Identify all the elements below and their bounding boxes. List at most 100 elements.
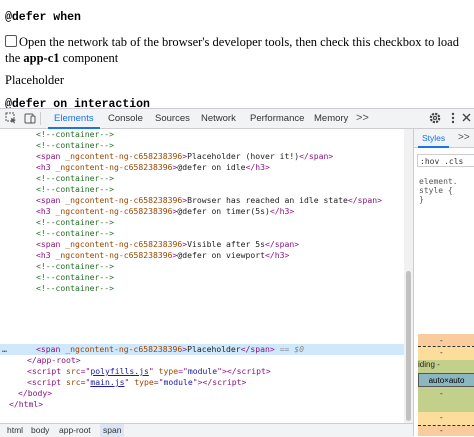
dom-attribute: _ngcontent-ng-c658238396 (55, 250, 173, 260)
page-content: @defer when Open the network tab of the … (0, 0, 474, 108)
tab-styles[interactable]: Styles (417, 129, 450, 148)
dom-comment: <!--container--> (36, 228, 114, 238)
dom-attribute: _ngcontent-ng-c658238396 (55, 206, 173, 216)
dom-comment: <!--container--> (36, 272, 114, 282)
margin-bottom-value[interactable]: - (440, 426, 443, 435)
box-model-padding[interactable]: iding - auto×auto - (418, 360, 474, 412)
dom-node[interactable]: <script src="main.js" type="module"></sc… (0, 377, 404, 388)
checkbox-label-end: component (59, 51, 119, 65)
margin-top-value[interactable]: - (440, 336, 443, 345)
dom-attribute: _ngcontent-ng-c658238396 (65, 151, 183, 161)
styles-tabbar: Styles >> (414, 129, 474, 148)
dom-attribute: _ngcontent-ng-c658238396 (55, 162, 173, 172)
tab-elements[interactable]: Elements (48, 109, 100, 129)
dom-node-actions[interactable]: … (2, 344, 7, 355)
component-name: app-c1 (23, 51, 60, 65)
dom-node[interactable]: <!--container--> (0, 129, 404, 140)
dom-node[interactable]: <h3 _ngcontent-ng-c658238396>@defer on t… (0, 206, 404, 217)
dom-node-selected[interactable]: … <span _ngcontent-ng-c658238396>Placehol… (0, 344, 404, 355)
tab-sources[interactable]: Sources (155, 109, 190, 128)
dom-node[interactable]: <!--container--> (0, 261, 404, 272)
dom-comment: <!--container--> (36, 261, 114, 271)
dom-node[interactable]: <!--container--> (0, 228, 404, 239)
styles-pane: Styles >> :hov .cls element. style { } -… (413, 129, 474, 436)
devtools-toolbar: Elements Console Sources Network Perform… (0, 109, 474, 129)
dom-node[interactable]: <!--container--> (0, 184, 404, 195)
gear-icon[interactable] (428, 111, 442, 125)
dom-node[interactable]: <h3 _ngcontent-ng-c658238396>@defer on v… (0, 250, 404, 261)
element-style-close: } (419, 195, 424, 204)
hov-cls-toggles[interactable]: :hov .cls (417, 154, 474, 167)
dom-node[interactable]: <!--container--> (0, 173, 404, 184)
element-style-open[interactable]: style { (419, 186, 453, 195)
dom-node[interactable]: <h3 _ngcontent-ng-c658238396>@defer on i… (0, 162, 404, 173)
border-top-value[interactable]: - (440, 348, 443, 357)
more-tabs-button[interactable]: >> (356, 109, 369, 128)
dom-node[interactable]: <span _ngcontent-ng-c658238396>Placehold… (0, 151, 404, 162)
placeholder-text: Placeholder (5, 73, 65, 87)
tab-performance[interactable]: Performance (250, 109, 304, 128)
box-model-border[interactable]: - iding - auto×auto - - (418, 346, 474, 426)
dom-node[interactable]: <span _ngcontent-ng-c658238396>Browser h… (0, 195, 404, 206)
script-src-link[interactable]: main.js (90, 377, 124, 387)
dom-attr-value: module (163, 377, 193, 387)
device-toolbar-icon[interactable] (23, 111, 37, 125)
load-instructions: Open the network tab of the browser's de… (5, 34, 467, 66)
dom-node[interactable]: </app-root> (0, 355, 404, 366)
dom-node[interactable]: <script src="polyfills.js" type="module"… (0, 366, 404, 377)
dom-tag: </app-root> (27, 355, 81, 365)
dom-comment: <!--container--> (36, 140, 114, 150)
heading-defer-interaction: @defer on interaction (5, 98, 150, 108)
box-model-content[interactable]: auto×auto (418, 373, 474, 387)
dom-text: @defer on idle (177, 162, 246, 172)
dom-attribute: _ngcontent-ng-c658238396 (65, 239, 183, 249)
breadcrumb-body[interactable]: body (28, 424, 52, 437)
styles-more-button[interactable]: >> (458, 129, 470, 147)
dom-comment: <!--container--> (36, 184, 114, 194)
tab-network[interactable]: Network (201, 109, 236, 128)
dom-attribute: _ngcontent-ng-c658238396 (65, 195, 183, 205)
breadcrumb-app-root[interactable]: app-root (56, 424, 94, 437)
devtools-panel: Elements Console Sources Network Perform… (0, 108, 474, 437)
scrollbar-thumb[interactable] (406, 271, 411, 421)
dom-comment: <!--container--> (36, 283, 114, 293)
dom-tree-scrollbar[interactable] (404, 129, 413, 424)
dom-text: Placeholder (187, 344, 241, 354)
dom-node[interactable]: <!--container--> (0, 217, 404, 228)
dom-node[interactable]: <!--container--> (0, 272, 404, 283)
dom-text: Placeholder (hover it!) (187, 151, 300, 161)
breadcrumb-html[interactable]: html (4, 424, 26, 437)
padding-label: iding - (418, 360, 440, 369)
dom-tag: </body> (18, 388, 53, 398)
dom-node[interactable]: <!--container--> (0, 283, 404, 294)
padding-bottom-value[interactable]: - (440, 389, 443, 398)
dom-text: Visible after 5s (187, 239, 266, 249)
kebab-menu-icon[interactable] (446, 111, 460, 125)
dom-node[interactable]: </html> (0, 399, 404, 410)
dom-comment: <!--container--> (36, 129, 114, 139)
dom-node[interactable]: </body> (0, 388, 404, 399)
selected-node-marker: == $0 (279, 344, 305, 354)
dom-attribute: _ngcontent-ng-c658238396 (65, 344, 183, 354)
dom-tag: </html> (9, 399, 44, 409)
toolbar-divider (40, 112, 41, 125)
dom-attr-value: module (187, 366, 218, 376)
heading-defer-when: @defer when (5, 11, 81, 24)
element-style-selector: element. (419, 177, 458, 186)
dom-node[interactable]: <!--container--> (0, 140, 404, 151)
dom-node[interactable]: <span _ngcontent-ng-c658238396>Visible a… (0, 239, 404, 250)
dom-comment: <!--container--> (36, 217, 114, 227)
script-src-link[interactable]: polyfills.js (90, 366, 148, 376)
load-checkbox[interactable] (5, 35, 17, 47)
close-icon[interactable] (460, 111, 474, 125)
dom-tree: <!--container--> <!--container--> <span … (0, 129, 404, 424)
tab-console[interactable]: Console (108, 109, 143, 128)
border-bottom-value[interactable]: - (440, 413, 443, 422)
dom-text: @defer on timer(5s) (177, 206, 270, 216)
dom-text: Browser has reached an idle state (187, 195, 348, 205)
tab-memory[interactable]: Memory (314, 109, 348, 128)
inspect-element-icon[interactable] (4, 111, 18, 125)
breadcrumb-span[interactable]: span (100, 424, 125, 437)
box-model-diagram: - - iding - auto×auto - - - (418, 334, 474, 436)
dom-text: @defer on viewport (177, 250, 266, 260)
